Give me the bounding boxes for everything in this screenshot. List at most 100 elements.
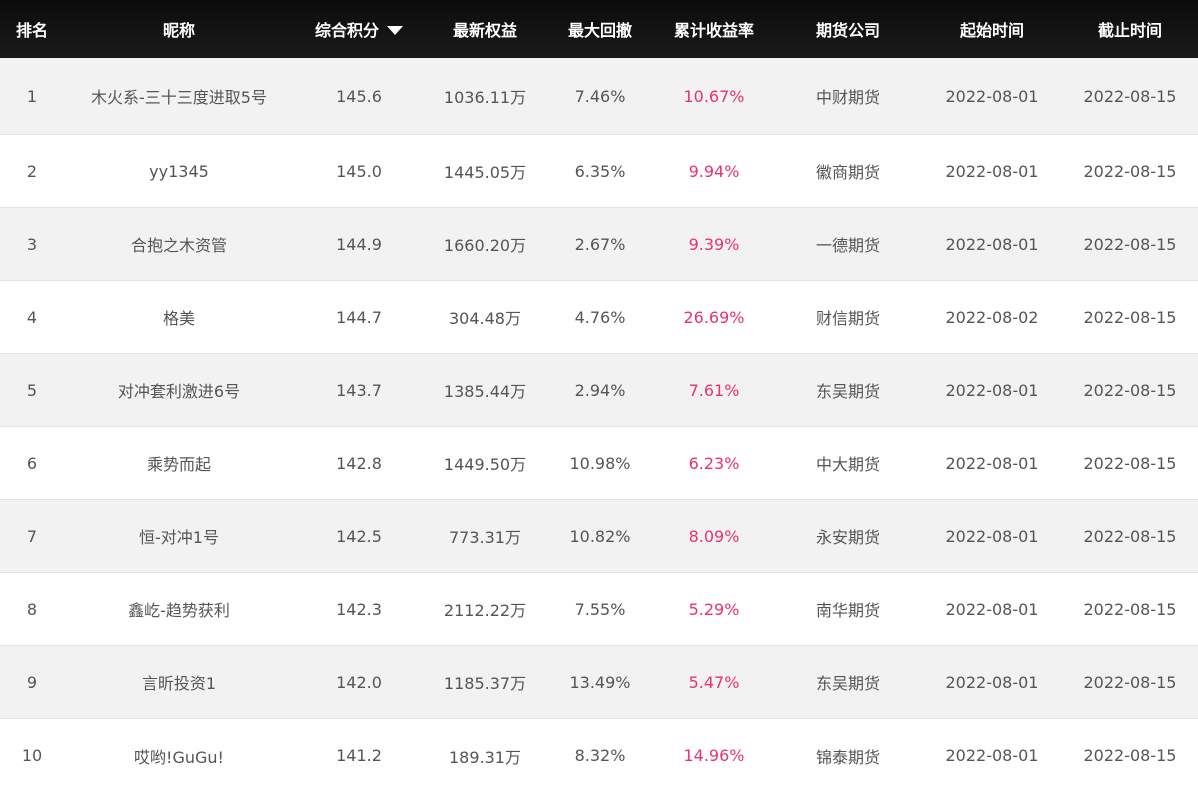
cell-cum-return-value: 26.69% — [683, 307, 745, 327]
cell-equity-value: 304.48万 — [449, 309, 521, 328]
cell-rank: 9 — [0, 646, 64, 718]
cell-score-value: 145.6 — [336, 86, 382, 106]
cell-rank: 1 — [0, 58, 64, 134]
caret-down-icon[interactable] — [387, 25, 403, 35]
table-row[interactable]: 10 哎哟!GuGu! 141.2 189.31万 8.32% 14.96% 锦泰期货 202… — [0, 719, 1198, 788]
cell-equity: 2112.22万 — [424, 573, 546, 645]
cell-start: 2022-08-01 — [922, 208, 1062, 280]
ranking-table: 排名 昵称 综合积分 最新权益 最大回撤 累计收益率 期货公司 起始时间 截止时… — [0, 0, 1198, 788]
cell-start-value: 2022-08-01 — [945, 526, 1039, 546]
cell-start-value: 2022-08-01 — [945, 86, 1039, 106]
cell-broker-value: 财信期货 — [815, 309, 880, 328]
cell-cum-return-value: 5.29% — [688, 599, 740, 619]
column-header-max-drawdown[interactable]: 最大回撤 — [546, 0, 654, 58]
cell-name: 恒-对冲1号 — [64, 500, 294, 572]
cell-equity: 773.31万 — [424, 500, 546, 572]
cell-equity-value: 1660.20万 — [443, 236, 527, 255]
cell-equity: 1449.50万 — [424, 427, 546, 499]
cell-name: 格美 — [64, 281, 294, 353]
cell-name-value: 木火系-三十三度进取5号 — [91, 88, 267, 107]
cell-max-drawdown: 7.46% — [546, 58, 654, 134]
cell-start: 2022-08-01 — [922, 719, 1062, 788]
cell-max-drawdown: 4.76% — [546, 281, 654, 353]
cell-cum-return: 9.39% — [654, 208, 774, 280]
cell-broker: 中财期货 — [774, 58, 922, 134]
cell-max-drawdown-value: 2.67% — [574, 234, 626, 254]
cell-name: 言昕投资1 — [64, 646, 294, 718]
cell-max-drawdown-value: 6.35% — [574, 161, 626, 181]
table-header: 排名 昵称 综合积分 最新权益 最大回撤 累计收益率 期货公司 起始时间 截止时… — [0, 0, 1198, 58]
column-header-rank[interactable]: 排名 — [0, 0, 64, 58]
cell-end: 2022-08-15 — [1062, 719, 1198, 788]
cell-cum-return: 26.69% — [654, 281, 774, 353]
cell-rank: 3 — [0, 208, 64, 280]
cell-score-value: 143.7 — [336, 380, 382, 400]
cell-max-drawdown: 7.55% — [546, 573, 654, 645]
table-row[interactable]: 2 yy1345 145.0 1445.05万 6.35% 9.94% 徽商期货 2022-0… — [0, 135, 1198, 208]
column-header-score[interactable]: 综合积分 — [294, 0, 424, 58]
cell-broker-value: 中财期货 — [815, 88, 880, 107]
table-row[interactable]: 3 合抱之木资管 144.9 1660.20万 2.67% 9.39% 一德期货 2022-0… — [0, 208, 1198, 281]
cell-cum-return-value: 14.96% — [683, 746, 745, 765]
column-header-broker[interactable]: 期货公司 — [774, 0, 922, 58]
cell-name: 哎哟!GuGu! — [64, 719, 294, 788]
cell-start: 2022-08-01 — [922, 135, 1062, 207]
cell-max-drawdown-value: 10.82% — [569, 526, 631, 546]
cell-cum-return: 7.61% — [654, 354, 774, 426]
cell-cum-return-value: 10.67% — [683, 86, 745, 106]
cell-start-value: 2022-08-01 — [945, 453, 1039, 473]
cell-end: 2022-08-15 — [1062, 354, 1198, 426]
table-row[interactable]: 7 恒-对冲1号 142.5 773.31万 10.82% 8.09% 永安期货 2022-0… — [0, 500, 1198, 573]
cell-start-value: 2022-08-01 — [945, 746, 1039, 765]
cell-end: 2022-08-15 — [1062, 500, 1198, 572]
table-row[interactable]: 4 格美 144.7 304.48万 4.76% 26.69% 财信期货 2022-08-02… — [0, 281, 1198, 354]
cell-equity: 1445.05万 — [424, 135, 546, 207]
cell-name-value: 乘势而起 — [146, 455, 211, 474]
cell-max-drawdown-value: 10.98% — [569, 453, 631, 473]
cell-score-value: 142.0 — [336, 672, 382, 692]
table-row[interactable]: 9 言昕投资1 142.0 1185.37万 13.49% 5.47% 东吴期货 2022-0… — [0, 646, 1198, 719]
cell-rank-value: 2 — [26, 161, 38, 181]
cell-broker-value: 东吴期货 — [815, 674, 880, 693]
cell-score: 144.9 — [294, 208, 424, 280]
cell-equity-value: 1185.37万 — [443, 674, 527, 693]
cell-max-drawdown: 10.82% — [546, 500, 654, 572]
cell-name-value: 格美 — [162, 309, 195, 328]
cell-name-value: 言昕投资1 — [141, 674, 217, 693]
cell-cum-return: 9.94% — [654, 135, 774, 207]
table-row[interactable]: 8 鑫屹-趋势获利 142.3 2112.22万 7.55% 5.29% 南华期货 2022-… — [0, 573, 1198, 646]
column-header-equity[interactable]: 最新权益 — [424, 0, 546, 58]
cell-score: 142.8 — [294, 427, 424, 499]
cell-broker: 东吴期货 — [774, 646, 922, 718]
column-header-name[interactable]: 昵称 — [64, 0, 294, 58]
cell-start: 2022-08-01 — [922, 646, 1062, 718]
cell-equity-value: 1449.50万 — [443, 455, 527, 474]
cell-max-drawdown-value: 4.76% — [574, 307, 626, 327]
cell-rank-value: 1 — [26, 86, 38, 106]
cell-cum-return-value: 9.39% — [688, 234, 740, 254]
cell-score-value: 145.0 — [336, 161, 382, 181]
cell-end: 2022-08-15 — [1062, 135, 1198, 207]
table-row[interactable]: 6 乘势而起 142.8 1449.50万 10.98% 6.23% 中大期货 2022-08… — [0, 427, 1198, 500]
cell-rank-value: 8 — [26, 599, 38, 619]
cell-start: 2022-08-01 — [922, 500, 1062, 572]
cell-name-value: 对冲套利激进6号 — [117, 382, 241, 401]
cell-broker-value: 锦泰期货 — [815, 747, 880, 767]
cell-broker-value: 徽商期货 — [815, 163, 880, 182]
cell-cum-return: 5.29% — [654, 573, 774, 645]
cell-end: 2022-08-15 — [1062, 281, 1198, 353]
table-row[interactable]: 5 对冲套利激进6号 143.7 1385.44万 2.94% 7.61% 东吴期货 2022… — [0, 354, 1198, 427]
column-header-start[interactable]: 起始时间 — [922, 0, 1062, 58]
cell-rank: 4 — [0, 281, 64, 353]
cell-end-value: 2022-08-15 — [1083, 234, 1177, 254]
cell-start: 2022-08-01 — [922, 427, 1062, 499]
cell-rank: 2 — [0, 135, 64, 207]
cell-equity: 189.31万 — [424, 719, 546, 788]
cell-start: 2022-08-01 — [922, 354, 1062, 426]
column-header-end[interactable]: 截止时间 — [1062, 0, 1198, 58]
table-row[interactable]: 1 木火系-三十三度进取5号 145.6 1036.11万 7.46% 10.67% 中财期… — [0, 58, 1198, 135]
cell-max-drawdown-value: 7.55% — [574, 599, 626, 619]
cell-end: 2022-08-15 — [1062, 427, 1198, 499]
column-header-cum-return[interactable]: 累计收益率 — [654, 0, 774, 58]
cell-cum-return-value: 9.94% — [688, 161, 740, 181]
